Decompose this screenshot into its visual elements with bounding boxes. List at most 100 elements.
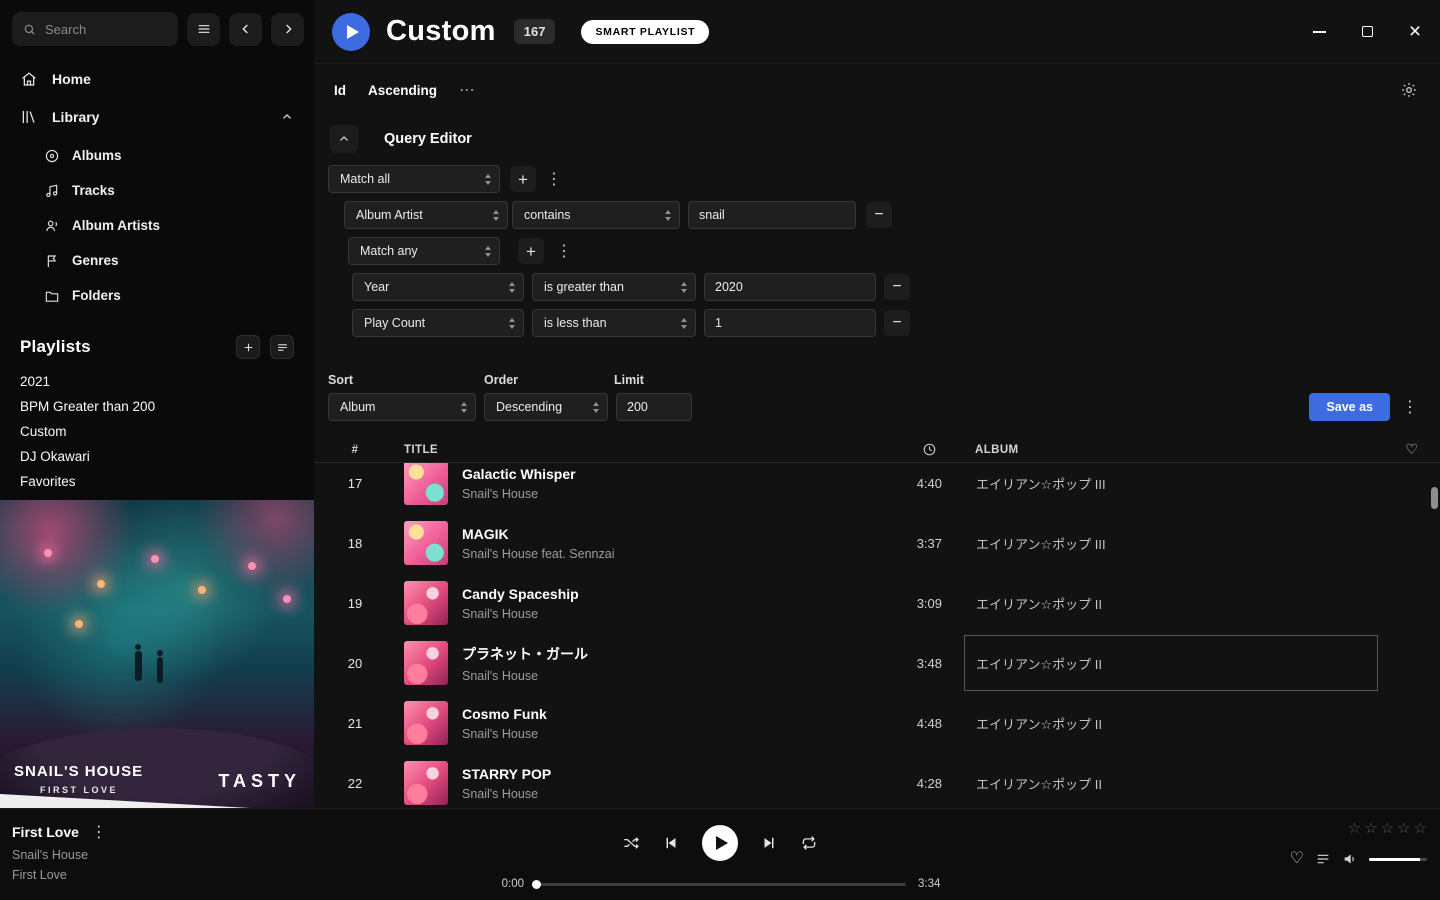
maximize-button[interactable] xyxy=(1356,21,1378,43)
star-icon[interactable] xyxy=(1364,821,1377,836)
scrollbar-thumb[interactable] xyxy=(1431,487,1438,509)
star-icon[interactable] xyxy=(1381,821,1394,836)
playlist-item[interactable]: BPM Greater than 200 xyxy=(0,394,314,419)
track-row[interactable]: 22 STARRY POP Snail's House 4:28 エイリアン☆ポ… xyxy=(314,753,1440,808)
playlists-title: Playlists xyxy=(20,337,226,357)
track-album-cell[interactable]: エイリアン☆ポップ II xyxy=(964,575,1378,631)
minimize-button[interactable] xyxy=(1308,21,1330,43)
column-header-title[interactable]: TITLE xyxy=(382,444,872,456)
sidebar-item-tracks[interactable]: Tracks xyxy=(0,173,314,208)
menu-button[interactable] xyxy=(187,13,220,46)
remove-rule-button[interactable] xyxy=(884,274,910,300)
forward-button[interactable] xyxy=(271,13,304,46)
time-total: 3:34 xyxy=(918,878,940,890)
sidebar-item-album-artists[interactable]: Album Artists xyxy=(0,208,314,243)
column-header-album[interactable]: ALBUM xyxy=(942,444,1384,456)
track-artist: Snail's House xyxy=(462,669,588,683)
add-rule-button[interactable] xyxy=(510,166,536,192)
track-title: Cosmo Funk xyxy=(462,706,547,722)
match-any-select[interactable]: Match any xyxy=(348,237,500,265)
progress-bar[interactable] xyxy=(534,883,906,886)
close-button[interactable] xyxy=(1404,21,1426,43)
remove-rule-button[interactable] xyxy=(866,202,892,228)
artwork-figure xyxy=(157,657,163,683)
remove-rule-button[interactable] xyxy=(884,310,910,336)
track-album-cell[interactable]: エイリアン☆ポップ II xyxy=(964,635,1378,691)
add-playlist-button[interactable] xyxy=(236,335,260,359)
favorite-button heart-icon[interactable] xyxy=(1290,851,1304,867)
settings-button[interactable] xyxy=(1400,81,1418,99)
search-field[interactable] xyxy=(45,22,168,37)
shuffle-button[interactable] xyxy=(622,834,640,852)
volume-button[interactable] xyxy=(1342,851,1358,867)
track-row[interactable]: 21 Cosmo Funk Snail's House 4:48 エイリアン☆ポ… xyxy=(314,693,1440,753)
search-input[interactable] xyxy=(12,12,178,46)
rule-operator-select[interactable]: contains xyxy=(512,201,680,229)
sidebar-item-albums[interactable]: Albums xyxy=(0,138,314,173)
playlist-list-button[interactable] xyxy=(270,335,294,359)
sidebar-item-home[interactable]: Home xyxy=(0,60,314,98)
save-menu-icon[interactable] xyxy=(1402,397,1418,417)
track-row[interactable]: 18 MAGIK Snail's House feat. Sennzai 3:3… xyxy=(314,513,1440,573)
sort-direction-button[interactable]: Ascending xyxy=(368,83,437,98)
sidebar-item-label: Album Artists xyxy=(72,218,160,233)
play-playlist-button[interactable] xyxy=(332,13,370,51)
progress-handle[interactable] xyxy=(532,880,541,889)
queue-button[interactable] xyxy=(1315,851,1331,867)
star-icon[interactable] xyxy=(1348,821,1361,836)
order-select[interactable]: Descending xyxy=(484,393,608,421)
collapse-query-editor-button[interactable] xyxy=(330,125,358,153)
limit-input[interactable] xyxy=(616,393,692,421)
star-icon[interactable] xyxy=(1414,821,1427,836)
track-menu-icon[interactable] xyxy=(91,822,107,842)
track-album-cell[interactable]: エイリアン☆ポップ II xyxy=(964,695,1378,751)
rule-operator-select[interactable]: is less than xyxy=(532,309,696,337)
sidebar-item-genres[interactable]: Genres xyxy=(0,243,314,278)
add-rule-button[interactable] xyxy=(518,238,544,264)
rule-value-input[interactable] xyxy=(704,309,876,337)
star-icon[interactable] xyxy=(1397,821,1410,836)
track-album-cell[interactable]: エイリアン☆ポップ III xyxy=(964,463,1378,511)
track-row[interactable]: 19 Candy Spaceship Snail's House 3:09 エイ… xyxy=(314,573,1440,633)
sort-select[interactable]: Album xyxy=(328,393,476,421)
playlist-item[interactable]: Custom xyxy=(0,419,314,444)
save-as-button[interactable]: Save as xyxy=(1309,393,1390,421)
play-pause-button[interactable] xyxy=(702,825,738,861)
track-album-cell[interactable]: エイリアン☆ポップ III xyxy=(964,515,1378,571)
sort-field-button[interactable]: Id xyxy=(334,83,346,98)
sidebar-item-library[interactable]: Library xyxy=(0,98,314,136)
playlist-item[interactable]: Favorites xyxy=(0,469,314,494)
track-title: MAGIK xyxy=(462,526,614,542)
rule-field-select[interactable]: Year xyxy=(352,273,524,301)
volume-slider[interactable] xyxy=(1369,858,1427,861)
track-row[interactable]: 20 プラネット・ガール Snail's House 3:48 エイリアン☆ポッ… xyxy=(314,633,1440,693)
track-row[interactable]: 17 Galactic Whisper Snail's House 4:40 エ… xyxy=(314,463,1440,513)
rule-field-select[interactable]: Album Artist xyxy=(344,201,508,229)
playlist-item[interactable]: 2021 xyxy=(0,369,314,394)
rule-operator-select[interactable]: is greater than xyxy=(532,273,696,301)
rule-group-menu-icon[interactable] xyxy=(556,241,572,261)
rule-value-input[interactable] xyxy=(688,201,856,229)
match-all-select[interactable]: Match all xyxy=(328,165,500,193)
rule-field-select[interactable]: Play Count xyxy=(352,309,524,337)
column-header-duration[interactable] xyxy=(872,442,942,457)
next-button[interactable] xyxy=(760,834,778,852)
sidebar-item-folders[interactable]: Folders xyxy=(0,278,314,313)
playlist-item[interactable]: DJ Okawari xyxy=(0,444,314,469)
artwork-album: FIRST LOVE xyxy=(40,785,118,795)
more-options-icon[interactable] xyxy=(459,80,475,100)
now-playing-artwork[interactable]: SNAIL'S HOUSE FIRST LOVE TASTY xyxy=(0,500,314,808)
repeat-button[interactable] xyxy=(800,834,818,852)
column-header-number[interactable]: # xyxy=(328,444,382,456)
sidebar: Home Library Albums Tracks Album Artists… xyxy=(0,0,314,808)
rule-value-input[interactable] xyxy=(704,273,876,301)
track-duration: 3:48 xyxy=(872,656,942,671)
previous-button[interactable] xyxy=(662,834,680,852)
back-button[interactable] xyxy=(229,13,262,46)
rule-group-menu-icon[interactable] xyxy=(546,169,562,189)
chevron-up-icon[interactable] xyxy=(280,110,294,124)
track-album-cell[interactable]: エイリアン☆ポップ II xyxy=(964,755,1378,808)
artist-icon xyxy=(44,218,60,234)
next-icon xyxy=(760,834,778,852)
column-header-favorite heart-icon[interactable] xyxy=(1384,441,1440,458)
